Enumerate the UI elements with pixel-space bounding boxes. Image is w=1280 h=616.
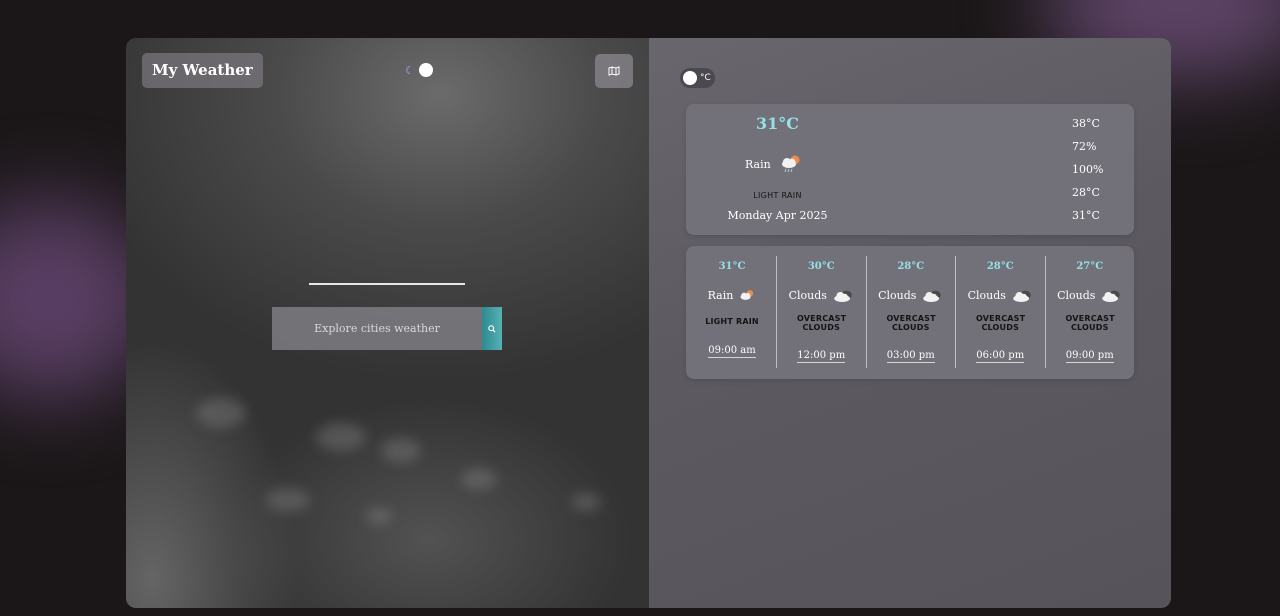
- search-button[interactable]: [482, 307, 502, 350]
- rain-bokeh: [571, 493, 601, 511]
- map-button[interactable]: [595, 54, 633, 88]
- forecast-condition-label: Rain: [707, 288, 734, 302]
- theme-toggle[interactable]: ☾: [405, 63, 433, 77]
- search-panel: My Weather ☾: [126, 38, 649, 608]
- rain-bokeh: [196, 398, 246, 428]
- unit-label: °C: [700, 73, 711, 83]
- forecast-description: OVERCAST CLOUDS: [797, 314, 847, 332]
- current-condition: Rain: [745, 154, 803, 174]
- forecast-temp: 28°C: [986, 261, 1014, 272]
- current-stat: 28°C: [1072, 186, 1100, 199]
- current-date: Monday Apr 2025: [727, 209, 828, 222]
- rain-bokeh: [461, 468, 497, 490]
- forecast-condition-label: Clouds: [788, 288, 827, 302]
- forecast-time[interactable]: 06:00 pm: [976, 350, 1025, 363]
- forecast-condition: Clouds: [956, 288, 1045, 302]
- forecast-description: OVERCAST CLOUDS: [976, 314, 1026, 332]
- rain-bokeh: [366, 508, 392, 524]
- map-icon: [608, 66, 620, 76]
- forecast-item: 28°C Clouds OVERCAST CLOUDS 06:00 pm: [955, 256, 1045, 368]
- search-box: [272, 307, 502, 350]
- cloud-icon: [923, 290, 942, 302]
- current-description: LIGHT RAIN: [753, 191, 802, 200]
- forecast-condition-label: Clouds: [878, 288, 917, 302]
- rain-sun-icon: [740, 289, 754, 300]
- forecast-temp: 30°C: [807, 261, 835, 272]
- moon-icon: ☾: [405, 63, 415, 77]
- forecast-description: LIGHT RAIN: [705, 317, 759, 326]
- forecast-condition-label: Clouds: [1057, 288, 1096, 302]
- app-brand-title[interactable]: My Weather: [142, 53, 263, 88]
- unit-toggle[interactable]: °C: [680, 68, 715, 88]
- forecast-condition: Clouds: [867, 288, 956, 302]
- forecast-temp: 31°C: [718, 261, 746, 272]
- current-weather-card: 31°C Rain LIGHT RAIN Monday Apr 2025 38°…: [686, 104, 1134, 235]
- forecast-item: 30°C Clouds OVERCAST CLOUDS 12:00 pm: [776, 256, 866, 368]
- current-stat: 38°C: [1072, 117, 1100, 130]
- current-stat: 100%: [1072, 163, 1104, 176]
- forecast-temp: 28°C: [897, 261, 925, 272]
- current-stat: 31°C: [1072, 209, 1100, 222]
- search-icon: [488, 324, 496, 333]
- theme-toggle-knob: [418, 63, 433, 77]
- rain-bokeh: [381, 438, 421, 463]
- rain-sun-icon: [781, 155, 800, 173]
- search-input[interactable]: [272, 307, 482, 350]
- unit-toggle-knob: [683, 71, 697, 85]
- forecast-condition: Clouds: [777, 288, 866, 302]
- forecast-description: OVERCAST CLOUDS: [886, 314, 936, 332]
- rain-bokeh: [266, 488, 310, 512]
- weather-app: My Weather ☾ °C 31°C: [126, 38, 1171, 608]
- search-underline: [309, 283, 465, 285]
- forecast-item: 31°C Rain LIGHT RAIN 09:00 am: [688, 256, 776, 368]
- forecast-time[interactable]: 03:00 pm: [886, 350, 935, 363]
- forecast-time[interactable]: 12:00 pm: [797, 350, 846, 363]
- current-temp: 31°C: [756, 114, 799, 133]
- forecast-condition-label: Clouds: [967, 288, 1006, 302]
- forecast-time[interactable]: 09:00 am: [708, 345, 756, 358]
- forecast-condition: Clouds: [1046, 288, 1135, 302]
- forecast-item: 28°C Clouds OVERCAST CLOUDS 03:00 pm: [865, 256, 956, 368]
- cloud-icon: [1102, 290, 1121, 302]
- forecast-time[interactable]: 09:00 pm: [1065, 350, 1114, 363]
- current-condition-label: Rain: [745, 157, 771, 171]
- weather-panel: °C 31°C Rain LIGHT RAIN Monday Apr 2025 …: [649, 38, 1171, 608]
- cloud-icon: [834, 290, 852, 302]
- forecast-card: 31°C Rain LIGHT RAIN 09:00 am 30°C Cloud: [686, 246, 1134, 379]
- forecast-condition: Rain: [688, 288, 776, 302]
- forecast-item: 27°C Clouds OVERCAST CLOUDS 09:00 pm: [1044, 256, 1135, 368]
- rain-bokeh: [316, 423, 366, 451]
- forecast-description: OVERCAST CLOUDS: [1065, 314, 1115, 332]
- current-stat: 72%: [1072, 140, 1097, 153]
- forecast-temp: 27°C: [1076, 261, 1104, 272]
- cloud-icon: [1013, 290, 1031, 302]
